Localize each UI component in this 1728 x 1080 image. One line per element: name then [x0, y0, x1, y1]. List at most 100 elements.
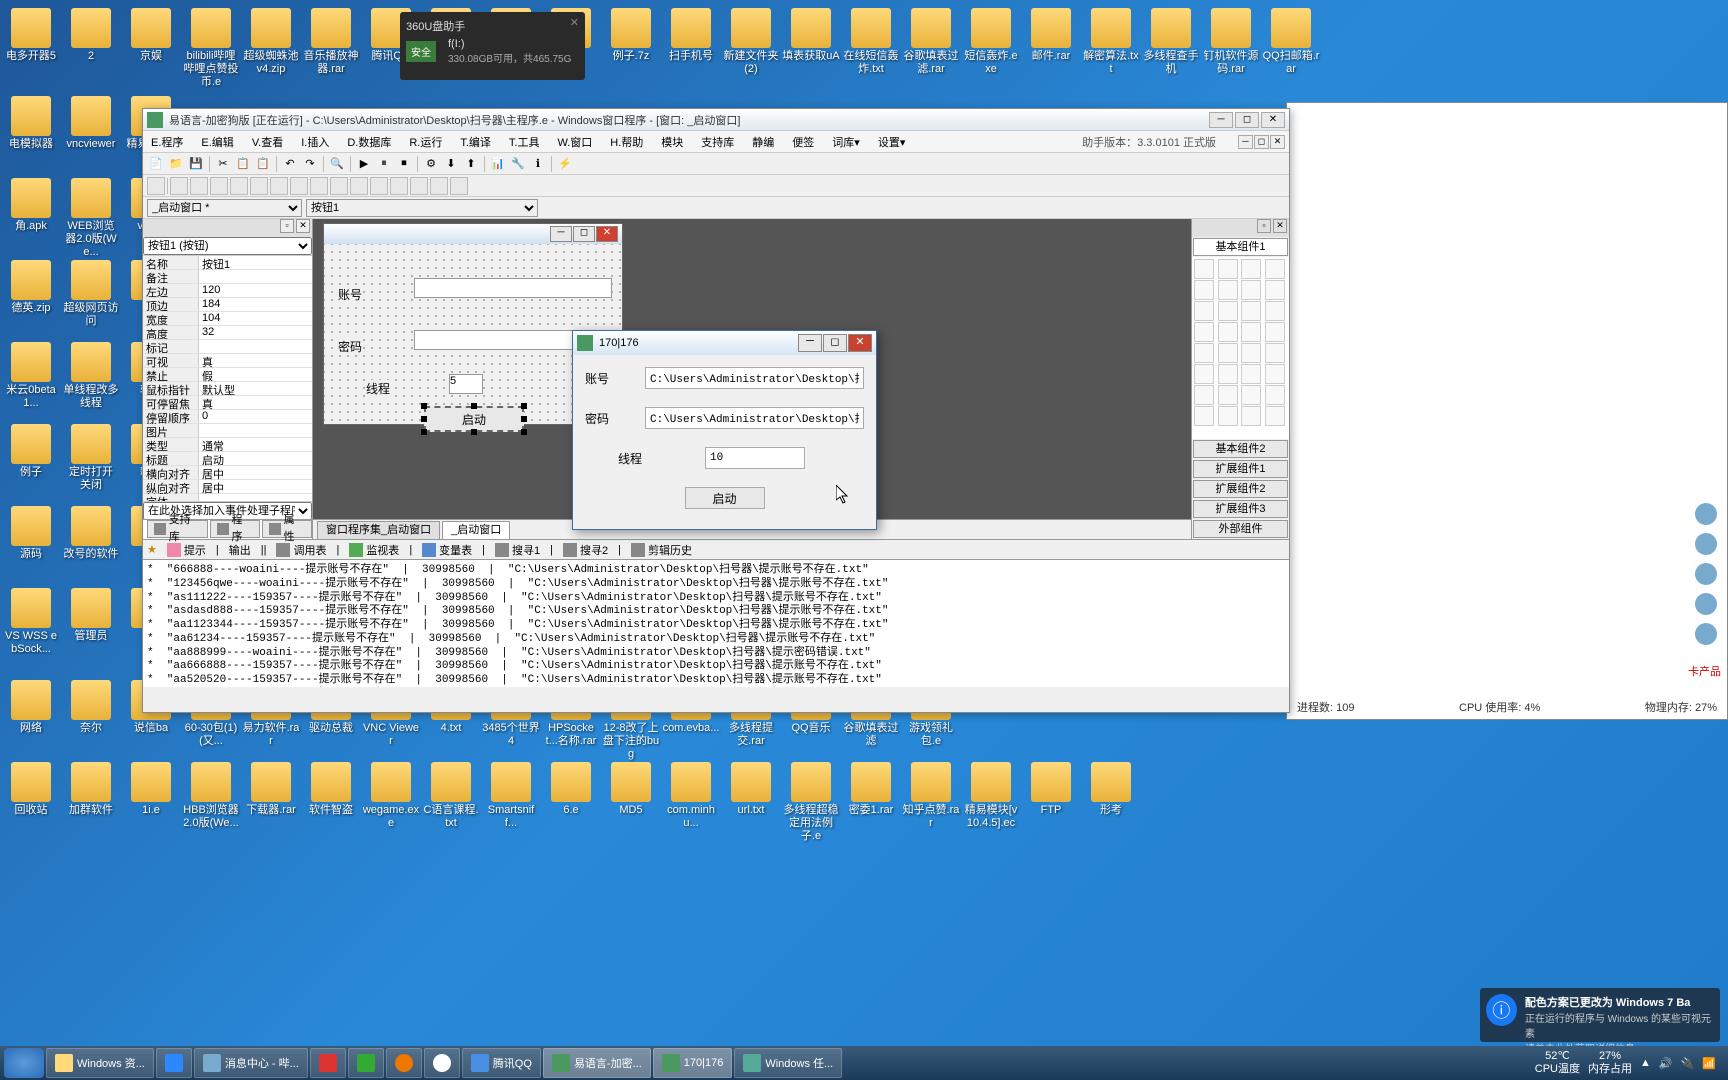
taskbar-item[interactable] — [310, 1048, 346, 1078]
toolbar-icon[interactable]: 🔧 — [509, 155, 527, 173]
toolbar-icon[interactable]: ↶ — [281, 155, 299, 173]
prop-value[interactable]: 假 — [199, 368, 312, 381]
component-icon[interactable] — [1194, 343, 1214, 363]
desktop-icon[interactable]: 电模拟器 — [2, 96, 60, 151]
debug-tab[interactable]: 搜寻2 — [559, 542, 612, 558]
component-icon[interactable] — [1194, 301, 1214, 321]
prop-value[interactable]: 104 — [199, 312, 312, 325]
desktop-icon[interactable]: vncviewer — [62, 96, 120, 151]
input-password[interactable] — [645, 407, 864, 429]
desktop-icon[interactable]: 改号的软件 — [62, 506, 120, 561]
tab-properties[interactable]: 属性 — [262, 520, 312, 538]
align-icon[interactable] — [210, 177, 228, 195]
taskbar-item[interactable]: 腾讯QQ — [462, 1048, 541, 1078]
desktop-icon[interactable]: 源码 — [2, 506, 60, 561]
align-icon[interactable] — [190, 177, 208, 195]
tab-program[interactable]: 程序 — [210, 520, 260, 538]
tray-icon[interactable]: 🔌 — [1681, 1057, 1695, 1070]
window-combo[interactable]: _启动窗口 * — [147, 199, 302, 217]
prop-value[interactable]: 120 — [199, 284, 312, 297]
tray-icon[interactable]: 📶 — [1702, 1057, 1716, 1070]
toolbar-icon[interactable]: 💾 — [187, 155, 205, 173]
component-icon[interactable] — [1218, 322, 1238, 342]
desktop-icon[interactable]: MD5 — [602, 762, 660, 817]
desktop-icon[interactable]: Smartsniff... — [482, 762, 540, 830]
toolbar-icon[interactable]: 🔍 — [328, 155, 346, 173]
desktop-icon[interactable]: WEB浏览器2.0版(We... — [62, 178, 120, 260]
label-account[interactable]: 账号 — [338, 286, 362, 303]
prop-value[interactable] — [199, 424, 312, 437]
desktop-icon[interactable]: VS WSS ebSock... — [2, 588, 60, 656]
start-button[interactable] — [4, 1048, 44, 1078]
debug-tab[interactable]: 提示 — [163, 542, 210, 558]
toolbar-icon[interactable]: 📁 — [167, 155, 185, 173]
component-tab[interactable]: 基本组件2 — [1193, 440, 1288, 458]
prop-value[interactable]: 居中 — [199, 466, 312, 479]
designer-close[interactable]: ✕ — [596, 226, 618, 242]
label-password[interactable]: 密码 — [338, 338, 362, 355]
component-tab[interactable]: 外部组件 — [1193, 520, 1288, 538]
input-account[interactable] — [645, 367, 864, 389]
desktop-icon[interactable]: 精易模块[v10.4.5].ec — [962, 762, 1020, 830]
toolbar-icon[interactable]: 📋 — [254, 155, 272, 173]
property-row[interactable]: 可视真 — [143, 354, 312, 368]
designer-max[interactable]: ◻ — [573, 226, 595, 242]
component-icon[interactable] — [1194, 385, 1214, 405]
prop-value[interactable]: 启动 — [199, 452, 312, 465]
component-icon[interactable] — [1241, 364, 1261, 384]
component-icon[interactable] — [1194, 322, 1214, 342]
component-icon[interactable] — [1241, 385, 1261, 405]
pin-icon[interactable]: ▫ — [280, 219, 294, 233]
inner-minimize[interactable]: ─ — [1238, 135, 1253, 149]
prop-value[interactable]: 真 — [199, 396, 312, 409]
property-row[interactable]: 备注 — [143, 270, 312, 284]
debug-tab[interactable]: 变量表 — [418, 542, 476, 558]
close-button[interactable]: ✕ — [848, 334, 872, 352]
desktop-icon[interactable]: 1i.e — [122, 762, 180, 817]
panel-close-icon[interactable]: ✕ — [296, 219, 310, 233]
desktop-icon[interactable]: 网络 — [2, 680, 60, 735]
property-row[interactable]: 标记 — [143, 340, 312, 354]
align-icon[interactable] — [170, 177, 188, 195]
desktop-icon[interactable]: 填表获取uA — [782, 8, 840, 63]
property-row[interactable]: 纵向对齐方式居中 — [143, 480, 312, 494]
input-account[interactable] — [414, 278, 612, 298]
property-row[interactable]: 鼠标指针默认型 — [143, 382, 312, 396]
component-icon[interactable] — [1241, 343, 1261, 363]
component-icon[interactable] — [1218, 259, 1238, 279]
tab-start-window[interactable]: _启动窗口 — [442, 521, 510, 539]
component-icon[interactable] — [1218, 301, 1238, 321]
align-icon[interactable] — [250, 177, 268, 195]
desktop-icon[interactable]: 下载器.rar — [242, 762, 300, 817]
desktop-icon[interactable]: 新建文件夹(2) — [722, 8, 780, 76]
align-icon[interactable] — [450, 177, 468, 195]
debug-tab[interactable]: 监视表 — [345, 542, 403, 558]
component-icon[interactable] — [1241, 280, 1261, 300]
menu-item[interactable]: E.编辑 — [197, 132, 237, 152]
desktop-icon[interactable]: 形考 — [1082, 762, 1140, 817]
windows-notification[interactable]: ⓘ 配色方案已更改为 Windows 7 Ba 正在运行的程序与 Windows… — [1480, 988, 1720, 1042]
align-icon[interactable] — [310, 177, 328, 195]
desktop-icon[interactable]: 谷歌填表过滤.rar — [902, 8, 960, 76]
align-icon[interactable] — [270, 177, 288, 195]
component-icon[interactable] — [1265, 280, 1285, 300]
taskbar-item[interactable] — [156, 1048, 192, 1078]
input-thread[interactable]: 5 — [449, 374, 483, 394]
component-icon[interactable] — [1218, 385, 1238, 405]
toolbar-icon[interactable]: ✂ — [214, 155, 232, 173]
component-icon[interactable] — [1265, 364, 1285, 384]
component-icon[interactable] — [1265, 385, 1285, 405]
tray-icon[interactable]: 🔊 — [1659, 1057, 1673, 1070]
desktop-icon[interactable]: 京娱 — [122, 8, 180, 63]
menu-item[interactable]: 便签 — [788, 132, 818, 152]
desktop-icon[interactable]: 2 — [62, 8, 120, 63]
component-tab[interactable]: 扩展组件1 — [1193, 460, 1288, 478]
toolbar-icon[interactable]: ⬆ — [462, 155, 480, 173]
desktop-icon[interactable]: HBB浏览器2.0版(We... — [182, 762, 240, 830]
component-icon[interactable] — [1265, 259, 1285, 279]
prop-value[interactable]: 32 — [199, 326, 312, 339]
property-row[interactable]: 宽度104 — [143, 312, 312, 326]
property-row[interactable]: 可停留焦点真 — [143, 396, 312, 410]
prop-value[interactable]: 默认型 — [199, 382, 312, 395]
desktop-icon[interactable]: 软件智盗 — [302, 762, 360, 817]
